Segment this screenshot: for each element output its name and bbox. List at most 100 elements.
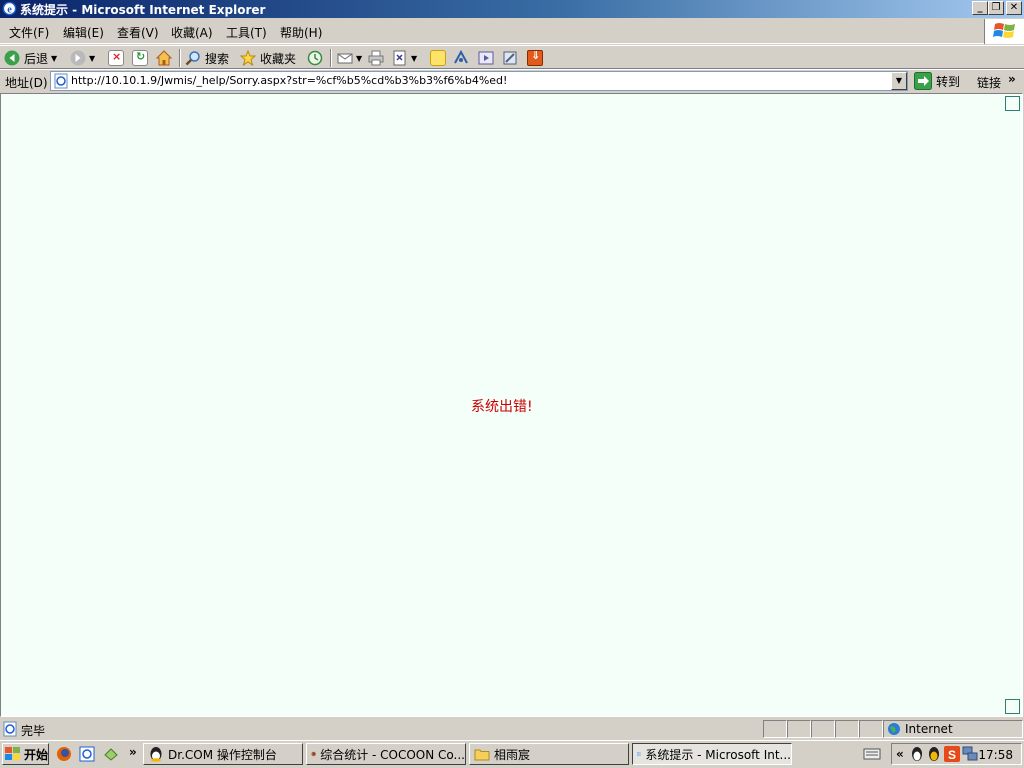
forward-arrow-icon [70,50,86,66]
task-button-ie[interactable]: 系统提示 - Microsoft Int... [632,743,792,765]
toolbar-separator [179,49,181,67]
firefox-icon [311,751,316,757]
mail-button[interactable]: ▼ [337,49,362,67]
research-button[interactable] [453,49,469,67]
qq-tray-icon[interactable] [927,746,941,762]
tools-icon [503,51,517,65]
back-dropdown-icon[interactable]: ▼ [51,54,57,63]
clock: 17:58 [978,748,1013,762]
start-label: 开始 [24,747,49,762]
ie-icon: e [2,1,17,16]
refresh-icon: ↻ [132,50,148,66]
close-button[interactable]: ✕ [1006,1,1022,15]
chevron-down-icon: ▼ [895,76,903,85]
menu-favorites[interactable]: 收藏(A) [171,24,213,41]
links-button[interactable]: 链接 [977,74,1001,91]
qq-tray-icon[interactable] [910,746,924,762]
links-chevron-icon[interactable]: » [1008,72,1016,86]
task-button-cocoon[interactable]: 综合统计 - COCOON Co... [306,743,466,765]
mail-icon [337,53,353,64]
system-tray: « S 17:58 [891,743,1022,765]
messenger-icon [454,50,468,64]
zone-pane [883,720,1023,738]
svg-text:S: S [948,748,956,762]
ie-quicklaunch-icon[interactable] [79,746,95,762]
print-button[interactable] [368,49,384,67]
search-button[interactable]: 搜索 [185,49,229,67]
task-label: 系统提示 - Microsoft Int... [645,747,791,762]
firefox-icon[interactable] [56,746,72,762]
close-icon: ✕ [1009,2,1019,13]
keyboard-icon[interactable] [863,747,881,761]
svg-text:e: e [7,4,12,15]
folder-icon [474,749,490,761]
page-status-icon [3,721,17,737]
tray-expand-icon[interactable]: « [896,747,904,761]
menu-file[interactable]: 文件(F) [9,24,49,41]
download-icon: ⇓ [527,49,543,66]
history-button[interactable] [307,49,323,67]
favorites-button[interactable]: 收藏夹 [240,49,296,67]
forward-dropdown-icon[interactable]: ▼ [89,54,95,63]
ie-icon [637,751,642,757]
go-label: 转到 [936,74,961,89]
home-button[interactable] [156,49,172,67]
address-bar: 地址(D) http://10.10.1.9/Jwmis/_help/Sorry… [0,69,1024,92]
task-button-drcom[interactable]: Dr.COM 操作控制台 [143,743,303,765]
status-pane [763,720,787,738]
taskbar: 开始 » Dr.COM 操作控制台 综合统计 - COCOON Co... 相雨… [0,740,1024,768]
status-pane [859,720,883,738]
menu-edit[interactable]: 编辑(E) [63,24,104,41]
media-button[interactable] [478,49,494,67]
minimize-button[interactable]: _ [972,1,988,15]
show-desktop-icon[interactable] [103,746,119,762]
quicklaunch-chevron-icon[interactable]: » [129,745,137,759]
network-icon[interactable] [962,746,978,762]
qq-icon [150,747,162,762]
refresh-button[interactable]: ↻ [132,49,148,67]
globe-icon [888,723,900,735]
address-url[interactable]: http://10.10.1.9/Jwmis/_help/Sorry.aspx?… [71,74,507,87]
note-icon [430,50,446,66]
status-text: 完毕 [21,724,46,738]
sogou-icon[interactable]: S [944,746,960,762]
status-pane [835,720,859,738]
forward-button[interactable]: ▼ [70,49,95,67]
error-message: 系统出错! [471,399,533,415]
edit-document-icon [393,50,406,66]
windows-flag-icon [993,23,1015,38]
task-label: 相雨宸 [494,747,531,762]
toolbar-separator [330,49,332,67]
edit-button[interactable]: ▼ [392,49,417,67]
menu-view[interactable]: 查看(V) [117,24,159,41]
search-label: 搜索 [205,51,230,66]
corner-marker [1005,96,1020,111]
menu-tools[interactable]: 工具(T) [226,24,267,41]
go-button[interactable]: 转到 [914,72,960,90]
windows-flag-icon [5,747,20,760]
menu-help[interactable]: 帮助(H) [280,24,322,41]
window-title: 系统提示 - Microsoft Internet Explorer [20,3,266,17]
task-button-folder[interactable]: 相雨宸 [469,743,629,765]
home-icon [156,50,172,66]
edit-dropdown-icon[interactable]: ▼ [411,54,417,63]
status-pane [811,720,835,738]
mail-dropdown-icon[interactable]: ▼ [356,54,362,63]
stop-icon: × [108,50,124,66]
stop-button[interactable]: × [108,49,124,67]
windows-logo [984,19,1024,44]
address-input[interactable]: http://10.10.1.9/Jwmis/_help/Sorry.aspx?… [50,71,908,91]
task-label: Dr.COM 操作控制台 [168,747,277,762]
back-button[interactable]: 后退 ▼ [4,49,57,67]
discuss-button[interactable] [430,49,446,67]
restore-button[interactable]: ❐ [988,1,1004,15]
tools-button[interactable] [502,49,518,67]
favorites-label: 收藏夹 [260,51,297,66]
start-button[interactable]: 开始 [2,743,49,765]
address-dropdown-button[interactable]: ▼ [891,72,907,90]
history-icon [307,50,323,66]
download-button[interactable]: ⇓ [527,49,543,67]
printer-icon [368,50,384,66]
search-icon [185,51,200,66]
title-bar[interactable]: e 系统提示 - Microsoft Internet Explorer _ ❐… [0,0,1024,18]
